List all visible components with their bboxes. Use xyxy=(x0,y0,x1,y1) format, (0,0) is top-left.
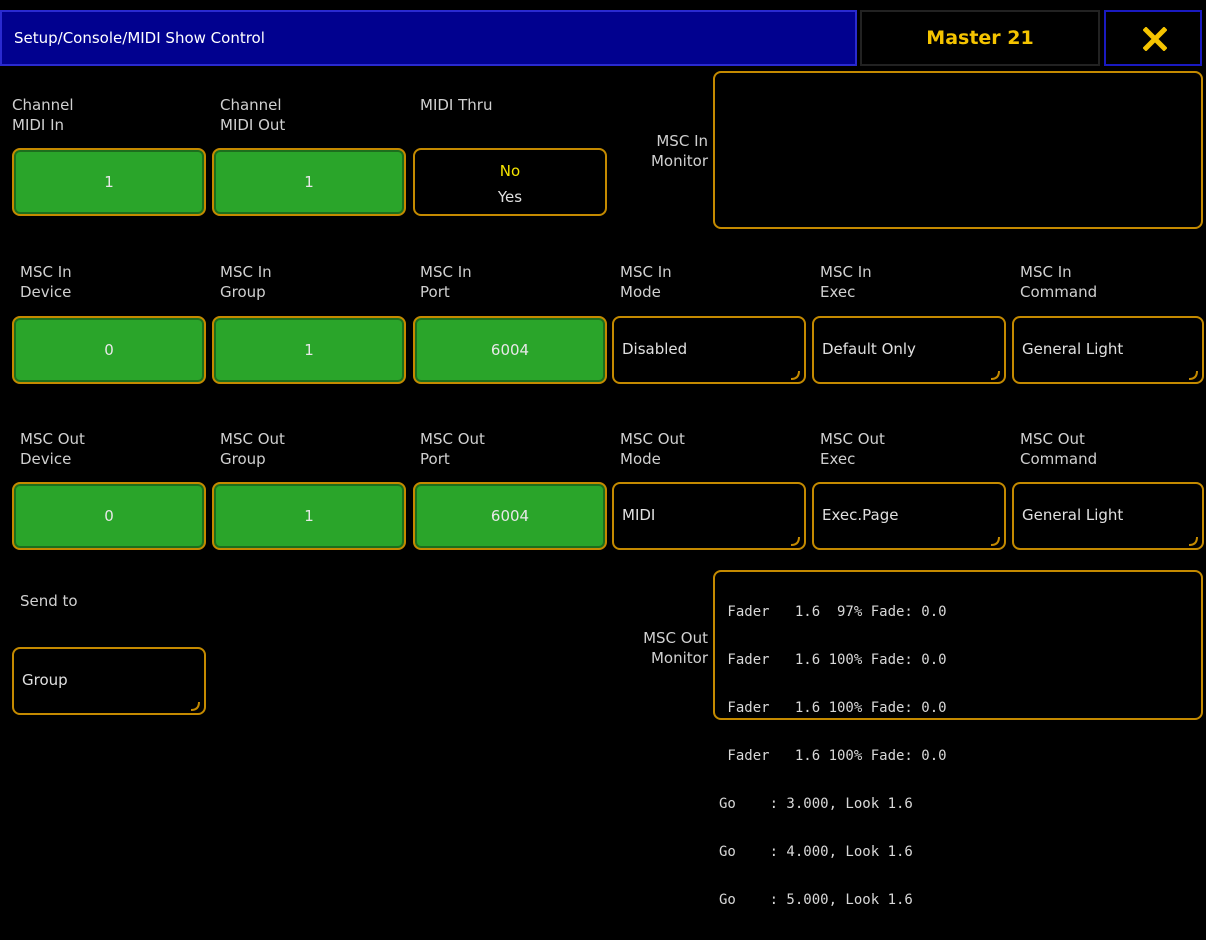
msc-in-exec-label: MSC In Exec xyxy=(820,263,872,301)
msc-out-group-value: 1 xyxy=(304,507,314,525)
msc-out-monitor-log: Fader 1.6 97% Fade: 0.0 Fader 1.6 100% F… xyxy=(719,572,947,940)
midi-thru-label: MIDI Thru xyxy=(420,96,493,114)
msc-out-device-label: MSC Out Device xyxy=(20,430,85,468)
monitor-line: Go : 5.000, Look 1.6 xyxy=(719,892,913,908)
msc-in-exec-value: Default Only xyxy=(822,340,916,358)
msc-out-mode-value: MIDI xyxy=(622,506,656,524)
msc-in-device-value: 0 xyxy=(104,341,114,359)
channel-midi-in-value: 1 xyxy=(104,173,114,191)
window-title: Setup/Console/MIDI Show Control xyxy=(14,29,265,47)
title-bar: Setup/Console/MIDI Show Control xyxy=(0,10,857,66)
dropdown-corner-icon xyxy=(990,536,1000,546)
msc-out-group-label: MSC Out Group xyxy=(220,430,285,468)
msc-in-command-value: General Light xyxy=(1022,340,1124,358)
msc-out-mode-dropdown[interactable]: MIDI xyxy=(612,482,806,550)
msc-out-exec-label: MSC Out Exec xyxy=(820,430,885,468)
msc-in-port-label: MSC In Port xyxy=(420,263,472,301)
dropdown-corner-icon xyxy=(1188,536,1198,546)
msc-in-mode-label: MSC In Mode xyxy=(620,263,672,301)
dropdown-corner-icon xyxy=(1188,370,1198,380)
channel-midi-out-label: Channel MIDI Out xyxy=(220,96,286,134)
msc-out-command-dropdown[interactable]: General Light xyxy=(1012,482,1204,550)
dropdown-corner-icon xyxy=(790,536,800,546)
dropdown-corner-icon xyxy=(790,370,800,380)
msc-out-group-button[interactable]: 1 xyxy=(212,482,406,550)
channel-midi-out-value: 1 xyxy=(304,173,314,191)
msc-in-group-value: 1 xyxy=(304,341,314,359)
msc-in-command-label: MSC In Command xyxy=(1020,263,1098,301)
msc-in-exec-dropdown[interactable]: Default Only xyxy=(812,316,1006,384)
send-to-value: Group xyxy=(22,671,68,689)
msc-in-group-label: MSC In Group xyxy=(220,263,272,301)
send-to-label: Send to xyxy=(20,592,78,610)
msc-out-monitor-label: MSC Out Monitor xyxy=(643,629,708,667)
msc-in-mode-dropdown[interactable]: Disabled xyxy=(612,316,806,384)
msc-in-command-dropdown[interactable]: General Light xyxy=(1012,316,1204,384)
master-label: Master 21 xyxy=(926,27,1034,49)
monitor-line: Fader 1.6 100% Fade: 0.0 xyxy=(719,652,947,668)
msc-out-monitor: Fader 1.6 97% Fade: 0.0 Fader 1.6 100% F… xyxy=(713,570,1203,908)
msc-in-monitor xyxy=(713,71,1203,229)
msc-in-monitor-label: MSC In Monitor xyxy=(650,132,708,170)
msc-in-mode-value: Disabled xyxy=(622,340,688,358)
monitor-line: Fader 1.6 100% Fade: 0.0 xyxy=(719,748,947,764)
msc-out-command-label: MSC Out Command xyxy=(1020,430,1098,468)
monitor-line: Fader 1.6 100% Fade: 0.0 xyxy=(719,700,947,716)
msc-out-command-value: General Light xyxy=(1022,506,1124,524)
msc-out-exec-dropdown[interactable]: Exec.Page xyxy=(812,482,1006,550)
monitor-line: Go : 4.000, Look 1.6 xyxy=(719,844,913,860)
msc-out-device-value: 0 xyxy=(104,507,114,525)
msc-in-port-value: 6004 xyxy=(490,341,530,359)
msc-in-device-label: MSC In Device xyxy=(20,263,72,301)
monitor-line: Go : 3.000, Look 1.6 xyxy=(719,796,913,812)
msc-out-port-button[interactable]: 6004 xyxy=(413,482,607,550)
master-indicator[interactable]: Master 21 xyxy=(860,10,1100,66)
monitor-line: Fader 1.6 97% Fade: 0.0 xyxy=(719,604,947,620)
channel-midi-out-button[interactable]: 1 xyxy=(212,148,406,216)
send-to-dropdown[interactable]: Group xyxy=(12,647,206,715)
dropdown-corner-icon xyxy=(190,701,200,711)
midi-thru-option-no: No xyxy=(499,162,521,180)
msc-out-port-value: 6004 xyxy=(490,507,530,525)
midi-thru-toggle[interactable]: No Yes xyxy=(413,148,607,216)
msc-out-port-label: MSC Out Port xyxy=(420,430,485,468)
msc-out-device-button[interactable]: 0 xyxy=(12,482,206,550)
msc-out-exec-value: Exec.Page xyxy=(822,506,899,524)
channel-midi-in-label: Channel MIDI In xyxy=(12,96,74,134)
channel-midi-in-button[interactable]: 1 xyxy=(12,148,206,216)
msc-in-port-button[interactable]: 6004 xyxy=(413,316,607,384)
msc-out-mode-label: MSC Out Mode xyxy=(620,430,685,468)
msc-in-group-button[interactable]: 1 xyxy=(212,316,406,384)
midi-thru-option-yes: Yes xyxy=(497,188,523,206)
msc-in-device-button[interactable]: 0 xyxy=(12,316,206,384)
dropdown-corner-icon xyxy=(990,370,1000,380)
close-button[interactable] xyxy=(1104,10,1202,66)
close-x-icon xyxy=(1143,27,1167,51)
